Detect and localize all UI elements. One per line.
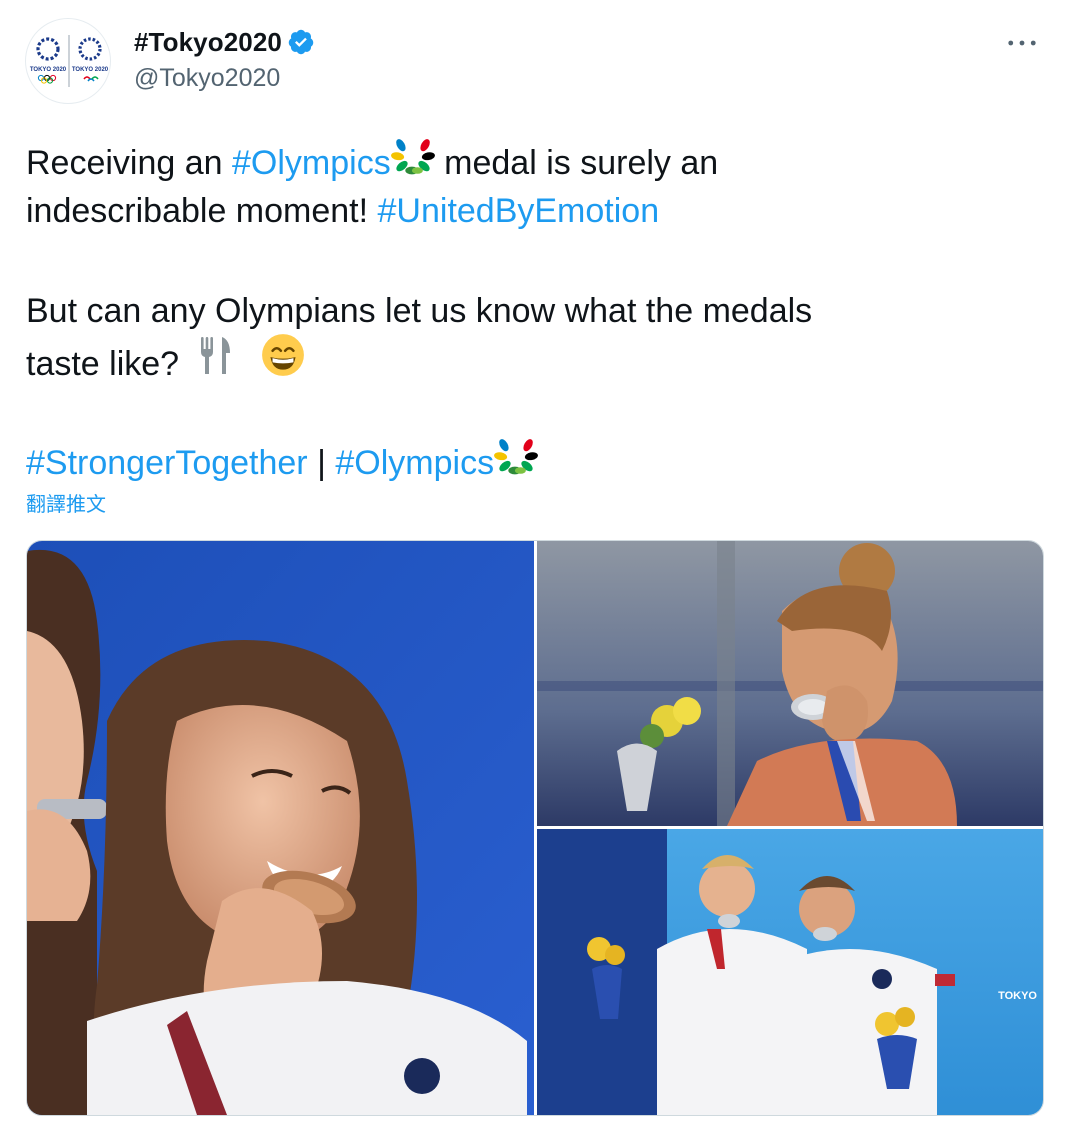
olympic-laurel-emoji (390, 132, 435, 190)
author-block[interactable]: #Tokyo2020 @Tokyo2020 (134, 24, 315, 95)
translate-tweet-link[interactable]: 翻譯推文 (26, 490, 106, 520)
tokyo2020-logo-icon: TOKYO 2020 TOKYO 2020 (30, 35, 109, 87)
more-horizontal-icon (1008, 40, 1036, 46)
text-segment: taste like? (26, 344, 180, 383)
user-handle[interactable]: @Tokyo2020 (134, 61, 315, 95)
svg-text:TOKYO 2020: TOKYO 2020 (72, 67, 109, 73)
hashtag-olympics-2[interactable]: #Olympics (335, 444, 494, 482)
tokyo-banner-text: TOKYO (998, 990, 1037, 1002)
photo-divers-biting-silver-medals[interactable]: TOKYO (537, 829, 1043, 1115)
media-grid: TOKYO (26, 540, 1044, 1116)
grinning-face-emoji (260, 332, 306, 392)
hashtag-strongertogether[interactable]: #StrongerTogether (26, 444, 308, 482)
tweet-line-4: taste like? (26, 334, 1046, 386)
tweet-line-5: #StrongerTogether | #Olympics (26, 436, 1046, 486)
text-separator: | (307, 443, 336, 482)
text-segment: indescribable moment! (26, 192, 378, 230)
hashtag-olympics[interactable]: #Olympics (232, 144, 391, 182)
tweet-line-3: But can any Olympians let us know what t… (26, 292, 813, 330)
more-options-button[interactable] (1002, 26, 1042, 60)
avatar[interactable]: TOKYO 2020 TOKYO 2020 (25, 18, 111, 104)
text-segment: medal is surely an (434, 143, 719, 182)
tweet-line-1: Receiving an #Olympics medal is surely a… (26, 136, 1046, 186)
tweet-text: Receiving an #Olympics medal is surely a… (26, 136, 1046, 486)
fork-and-knife-emoji (195, 333, 235, 391)
hashtag-unitedbyemotion[interactable]: #UnitedByEmotion (378, 192, 660, 230)
photo-athlete-biting-silver-medal[interactable] (537, 541, 1043, 826)
olympic-laurel-emoji (494, 432, 539, 490)
photo-swimmer-biting-bronze-medal[interactable] (27, 541, 534, 1115)
tweet-line-2: indescribable moment! #UnitedByEmotion (26, 186, 1046, 236)
verified-badge-icon (287, 28, 315, 56)
svg-text:TOKYO 2020: TOKYO 2020 (30, 67, 67, 73)
display-name[interactable]: #Tokyo2020 (134, 24, 282, 60)
text-segment: Receiving an (26, 143, 233, 182)
